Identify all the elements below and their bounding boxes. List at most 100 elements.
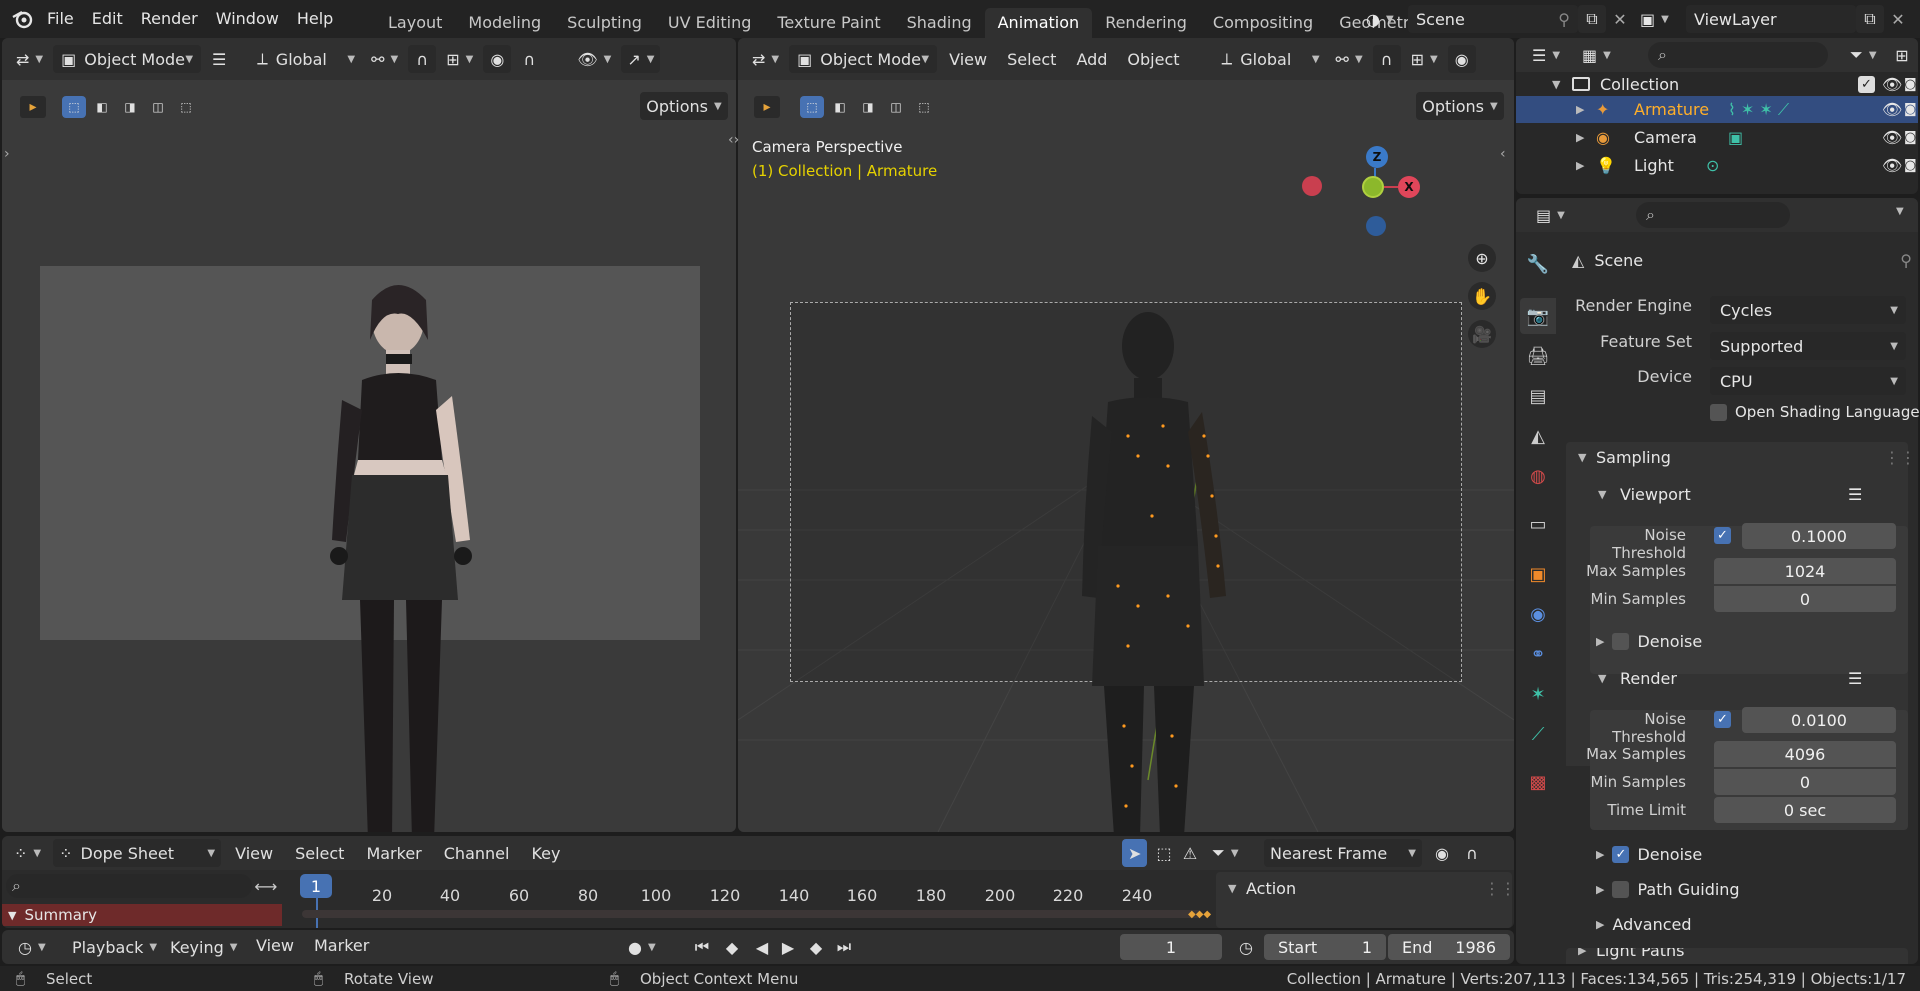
pan-hand-icon[interactable]: ✋ [1468,282,1496,310]
editor-type-icon[interactable]: ⁘ ▼ [8,839,47,867]
tl-menu-playback[interactable]: Playback ▼ [66,933,163,961]
expand-arrow-icon[interactable]: ▼ [1552,78,1560,91]
r-max-field[interactable]: 4096 [1714,741,1896,767]
select-subtract-icon[interactable]: ◨ [118,96,142,118]
time-limit-field[interactable]: 0 sec [1714,797,1896,823]
r-noise-checkbox[interactable]: ✓ [1714,711,1731,728]
start-frame-field[interactable]: Start 1 [1264,934,1386,960]
menu-window[interactable]: Window [213,0,294,38]
tab-texture-paint[interactable]: Texture Paint [764,8,893,38]
editor-type-icon[interactable]: ⇄ ▼ [10,45,49,73]
viewlayer-selector[interactable]: ViewLayer [1686,5,1856,33]
select-intersect-icon[interactable]: ⬚ [912,96,936,118]
ds-menu-select[interactable]: Select [287,844,352,863]
osl-checkbox[interactable] [1710,403,1727,421]
visibility-eye-icon[interactable]: 👁 [1882,128,1902,147]
vp-denoise-checkbox[interactable] [1612,633,1630,650]
vp-noise-checkbox[interactable]: ✓ [1714,527,1731,544]
device-dropdown[interactable]: CPU ▼ [1710,367,1906,395]
falloff-icon[interactable]: ∩ [515,45,543,73]
proportional-edit-icon[interactable]: ◉ [1428,839,1456,867]
menu-hamburger-icon[interactable]: ☰ [205,45,233,73]
world-tab-icon[interactable]: ◍ [1520,458,1556,494]
proportional-edit-icon[interactable]: ◉ [1447,45,1476,73]
mode-selector[interactable]: ▣ Object Mode ▼ [789,45,938,73]
render-camera-icon[interactable]: ◙ [1904,130,1917,145]
camera-viewport-canvas[interactable]: ▸ ⬚ ◧ ◨ ◫ ⬚ Options ▼ Camera Perspective … [738,80,1514,832]
properties-editor-icon[interactable]: ▤ ▼ [1530,201,1571,229]
constraints-tab-icon[interactable]: ⚭ [1520,636,1556,672]
pin-icon[interactable]: ⚲ [1558,10,1570,29]
play-icon[interactable]: ▶ [774,933,802,961]
physics-tab-icon[interactable]: ◉ [1520,596,1556,632]
viewlayer-icon[interactable]: ▣ ▼ [1640,5,1688,33]
summary-channel[interactable]: ▼ Summary [2,904,282,926]
only-errors-icon[interactable]: ⚠ [1176,839,1204,867]
visibility-eye-icon[interactable]: 👁 [1882,156,1902,175]
tab-modeling[interactable]: Modeling [455,8,554,38]
jump-start-icon[interactable]: ⏮ [688,933,716,961]
current-frame-field[interactable]: 1 [1120,934,1222,960]
outliner-editor-icon[interactable]: ☰ ▼ [1526,41,1566,69]
bone-tab-icon[interactable]: ⟋ [1520,716,1556,752]
new-collection-icon[interactable]: ⊞ [1888,41,1916,69]
properties-options-icon[interactable]: ▼ [1896,206,1904,217]
drag-handle-icon[interactable]: ⋮⋮ [1484,879,1514,898]
r-denoise-checkbox[interactable]: ✓ [1612,846,1630,863]
tool-tab-icon[interactable]: 🔧 [1520,246,1556,282]
tab-layout[interactable]: Layout [375,8,455,38]
area-split-icon[interactable]: ‹› [728,132,739,148]
display-mode-icon[interactable]: ▦ ▼ [1576,41,1617,69]
advanced-row[interactable]: ▶ Advanced [1596,915,1692,934]
preset-list-icon[interactable]: ☰ [1848,485,1862,504]
r-noise-field[interactable]: 0.0100 [1742,707,1896,733]
select-subtract-icon[interactable]: ◨ [856,96,880,118]
gizmo-neg-x-icon[interactable] [1302,176,1322,196]
r-denoise-row[interactable]: ▶ ✓ Denoise [1596,845,1702,864]
tl-menu-view[interactable]: View [248,936,302,955]
pin-icon[interactable]: ⚲ [1900,251,1912,270]
visibility-icon[interactable]: 👁 ▼ [571,45,617,73]
vp-denoise-row[interactable]: ▶ Denoise [1596,632,1702,651]
scene-selector[interactable]: Scene ⚲ [1408,5,1578,33]
options-button[interactable]: Options ▼ [640,92,728,120]
output-tab-icon[interactable]: 🖨 [1520,338,1556,374]
render-camera-icon[interactable]: ◙ [1904,77,1917,92]
render-subpanel-header[interactable]: ▼ Render ☰ [1590,666,1908,694]
dope-sheet-mode-selector[interactable]: ⁘ Dope Sheet ▼ [53,839,222,867]
menu-select[interactable]: Select [999,50,1064,69]
menu-file[interactable]: File [44,0,89,38]
expand-arrow-icon[interactable]: ▼ [1228,882,1236,895]
show-hidden-icon[interactable]: ⬚ [1150,839,1178,867]
outliner-row-collection[interactable]: ▼ Collection ✓ 👁 ◙ [1516,72,1918,96]
render-tab-icon[interactable]: 📷 [1520,298,1556,334]
tab-sculpting[interactable]: Sculpting [554,8,655,38]
expand-arrow-icon[interactable]: ▶ [1576,159,1584,172]
pivot-icon[interactable]: ⚯ ▼ [365,45,404,73]
armature-data-tab-icon[interactable]: ✶ [1520,676,1556,712]
gizmo-y-icon[interactable] [1362,176,1384,198]
delete-scene-icon[interactable]: ✕ [1606,5,1634,33]
tool-select-icon[interactable]: ▸ [754,96,780,118]
select-new-icon[interactable]: ⬚ [62,96,86,118]
tab-animation[interactable]: Animation [984,8,1093,38]
expand-arrow-icon[interactable]: ▶ [1576,131,1584,144]
ds-menu-marker[interactable]: Marker [358,844,429,863]
ds-menu-view[interactable]: View [227,844,281,863]
left-viewport-canvas[interactable]: ▸ ⬚ ◧ ◨ ◫ ⬚ Options ▼ › [2,80,736,832]
options-button[interactable]: Options ▼ [1416,92,1504,120]
snap-mode-dropdown[interactable]: Nearest Frame ▼ [1264,839,1422,867]
end-frame-field[interactable]: End 1986 [1388,934,1510,960]
view-layer-tab-icon[interactable]: ▤ [1520,378,1556,414]
viewport-subpanel-header[interactable]: ▼ Viewport ☰ [1590,482,1908,510]
ds-menu-key[interactable]: Key [523,844,568,863]
zoom-icon[interactable]: ⊕ [1468,244,1496,272]
menu-render[interactable]: Render [138,0,213,38]
scene-type-icon[interactable]: ◑ ▼ [1366,5,1406,33]
select-new-icon[interactable]: ⬚ [800,96,824,118]
ds-menu-channel[interactable]: Channel [436,844,518,863]
select-extend-icon[interactable]: ◧ [828,96,852,118]
select-intersect-icon[interactable]: ⬚ [174,96,198,118]
gizmo-x-icon[interactable]: X [1398,176,1420,198]
channel-swap-icon[interactable]: ⟷ [248,874,284,898]
